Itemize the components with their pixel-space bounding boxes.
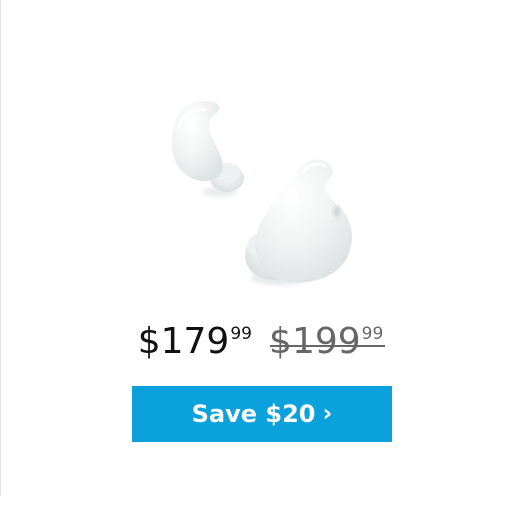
left-earbud [171,100,244,197]
original-price: $19999 [269,321,386,362]
sale-price-dollars: $179 [137,321,230,362]
save-offer-button[interactable]: Save $20 › [132,386,392,442]
chevron-right-icon: › [322,399,333,427]
price-row: $17999 $19999 [1,324,520,360]
product-card: $17999 $19999 Save $20 › [1,0,520,496]
right-earbud [245,159,352,285]
save-offer-label: Save $20 [191,400,316,428]
original-price-dollars: $199 [269,321,361,362]
original-price-cents: 99 [361,324,384,344]
sale-price: $17999 [138,324,252,360]
earbuds-image [171,100,352,285]
sale-price-cents: 99 [230,324,252,344]
